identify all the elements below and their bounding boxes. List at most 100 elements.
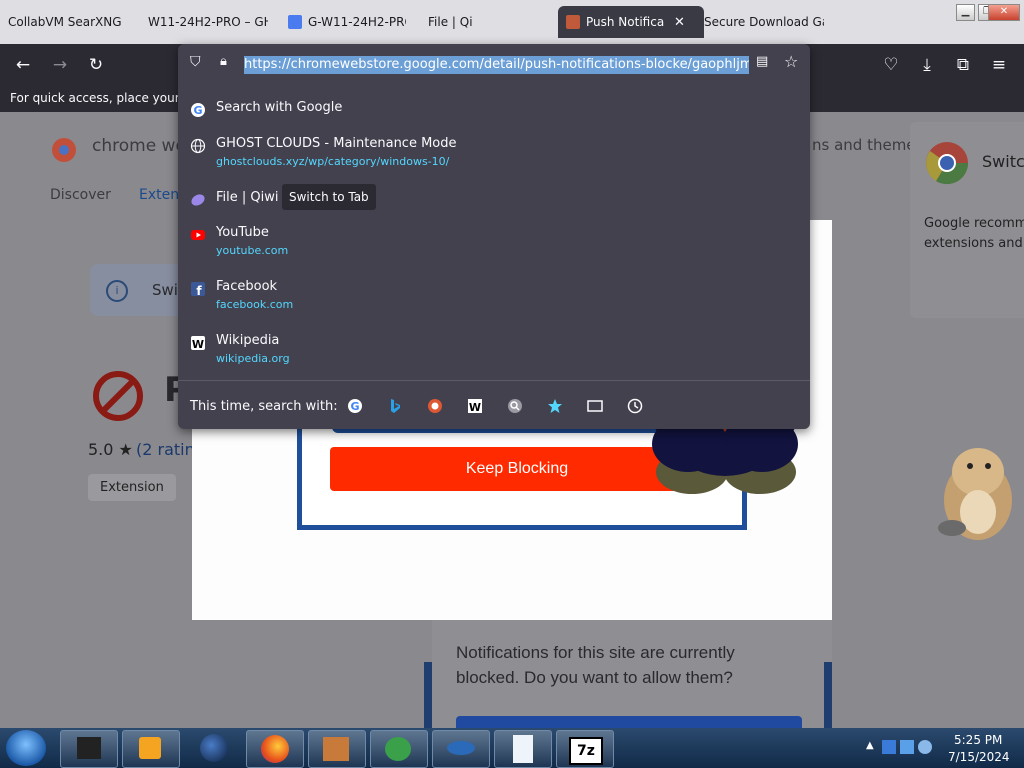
extensions-icon[interactable]: ⧉ — [952, 54, 974, 76]
tab-label: G-W11-24H2-PRO — [308, 15, 406, 29]
download-icon[interactable]: ⤓ — [916, 54, 938, 76]
wikipedia-engine-icon[interactable]: W — [467, 398, 483, 414]
facebook-icon: f — [191, 282, 205, 297]
tray-volume-icon[interactable] — [918, 740, 932, 754]
side-card-text: Google recomm extensions and t — [924, 216, 1024, 251]
taskbar-app-network[interactable] — [432, 730, 490, 768]
result-url: facebook.com — [216, 298, 294, 311]
result-url: ghostclouds.xyz/wp/category/windows-10/ — [216, 155, 450, 168]
result-title: Facebook — [216, 279, 278, 294]
chrome-web-store-icon — [52, 138, 76, 162]
pocket-icon[interactable]: ♡ — [880, 54, 902, 76]
forward-icon[interactable]: → — [49, 54, 71, 76]
google-icon: G — [191, 103, 205, 117]
start-button-icon[interactable] — [6, 730, 46, 766]
allow-button[interactable] — [456, 716, 802, 728]
firefox-icon — [261, 735, 289, 763]
clock-date[interactable]: 7/15/2024 — [948, 750, 1010, 764]
taskbar-app-terminal[interactable] — [60, 730, 118, 768]
clock-time[interactable]: 5:25 PM — [954, 733, 1002, 747]
notif-text: Notifications for this site are currentl… — [456, 643, 735, 687]
reload-icon[interactable]: ↻ — [85, 54, 107, 76]
qiwi-icon — [191, 194, 205, 206]
switch-to-tab-tooltip[interactable]: Switch to Tab — [282, 184, 376, 210]
tab-file-qiwi[interactable]: File | Qi — [428, 6, 500, 38]
minimize-button[interactable]: ▁ — [956, 4, 975, 21]
youtube-icon — [191, 230, 205, 240]
network-app-icon — [447, 741, 475, 755]
result-title: YouTube — [216, 225, 269, 240]
tab-label: Push Notificati — [586, 15, 664, 29]
globe-icon — [190, 138, 206, 154]
tab-w11-gho[interactable]: W11-24H2-PRO – GHO — [148, 6, 268, 38]
bookmarks-hint: For quick access, place your boo — [10, 91, 206, 105]
taskbar-app-download-manager[interactable] — [370, 730, 428, 768]
taskbar-app-firefox[interactable] — [246, 730, 304, 768]
svg-text:f: f — [196, 284, 202, 297]
tab-strip: CollabVM SearXNG W11-24H2-PRO – GHO G-W1… — [0, 0, 1024, 44]
close-tab-icon[interactable]: ✕ — [674, 15, 685, 30]
tab-label: CollabVM SearXNG — [8, 15, 122, 29]
nav-discover[interactable]: Discover — [50, 187, 111, 203]
back-icon[interactable]: ← — [12, 54, 34, 76]
7zip-icon: 7z — [569, 737, 603, 765]
history-clock-icon[interactable] — [627, 398, 643, 414]
tabs-icon[interactable] — [587, 398, 603, 414]
lock-icon[interactable]: 🔒︎ — [220, 54, 236, 70]
installer-icon — [323, 737, 349, 761]
svg-text:G: G — [193, 104, 202, 117]
windows-taskbar: 7z ▲ 5:25 PM 7/15/2024 — [0, 728, 1024, 768]
taskbar-app-installer[interactable] — [308, 730, 366, 768]
google-engine-icon[interactable]: G — [347, 398, 363, 414]
svg-text:W: W — [192, 338, 204, 351]
notif-card: Notifications for this site are currentl… — [432, 620, 832, 728]
tab-push-notifications[interactable]: Push Notificati ✕ — [558, 6, 704, 38]
info-icon: i — [106, 280, 128, 302]
tab-secure-download[interactable]: Secure Download Gat — [704, 6, 824, 38]
taskbar-app-media[interactable] — [122, 730, 180, 768]
system-tray: ▲ — [860, 734, 940, 762]
notepad-icon — [513, 735, 533, 763]
url-dropdown: ⛉ 🔒︎ ▤ ☆ https://chromewebstore.google.c… — [178, 44, 810, 429]
side-card-title: Switc — [982, 152, 1024, 171]
notif-card-edge — [824, 662, 832, 728]
close-window-button[interactable]: ✕ — [988, 4, 1020, 21]
taskbar-app-7zip[interactable]: 7z — [556, 730, 614, 768]
rating: 5.0 ★ — [88, 440, 133, 459]
store-title: chrome we — [92, 136, 186, 156]
block-icon — [93, 371, 143, 421]
taskbar-app-notepad[interactable] — [494, 730, 552, 768]
extension-tag[interactable]: Extension — [88, 474, 176, 501]
duckduckgo-engine-icon[interactable] — [427, 398, 443, 414]
earth-app-icon[interactable] — [200, 734, 228, 762]
info-banner-text: Swi — [152, 281, 178, 299]
result-title: GHOST CLOUDS - Maintenance Mode — [216, 136, 457, 151]
nav-extensions[interactable]: Exten — [139, 187, 179, 203]
url-text[interactable]: https://chromewebstore.google.com/detail… — [244, 56, 749, 74]
document-icon — [288, 15, 302, 29]
nav-right-title: ns and themes — [812, 136, 924, 154]
chrome-icon — [926, 142, 969, 185]
media-player-icon — [139, 737, 161, 759]
search-engine-icon[interactable] — [507, 398, 523, 414]
svg-text:W: W — [469, 401, 481, 414]
side-card: Switc Google recomm extensions and t — [910, 122, 1024, 318]
tray-app-icon[interactable] — [882, 740, 896, 754]
bookmarks-star-icon[interactable] — [547, 398, 563, 414]
reader-view-icon[interactable]: ▤ — [756, 54, 772, 70]
hamster-sticker — [938, 448, 1012, 540]
tab-g-w11[interactable]: G-W11-24H2-PRO — [288, 6, 406, 38]
result-url: youtube.com — [216, 244, 289, 257]
download-manager-icon — [385, 737, 411, 761]
bing-engine-icon[interactable] — [387, 398, 403, 414]
menu-icon[interactable]: ≡ — [988, 54, 1010, 76]
tray-network-icon[interactable] — [900, 740, 914, 754]
tray-expand-icon[interactable]: ▲ — [866, 740, 874, 751]
result-title: File | Qiwi — [216, 190, 279, 205]
tab-label: W11-24H2-PRO – GHO — [148, 15, 268, 29]
tab-collabvm[interactable]: CollabVM SearXNG — [8, 6, 136, 38]
store-icon — [566, 15, 580, 29]
terminal-icon — [77, 737, 101, 759]
bookmark-star-icon[interactable]: ☆ — [784, 52, 802, 71]
shield-icon[interactable]: ⛉ — [190, 54, 206, 70]
